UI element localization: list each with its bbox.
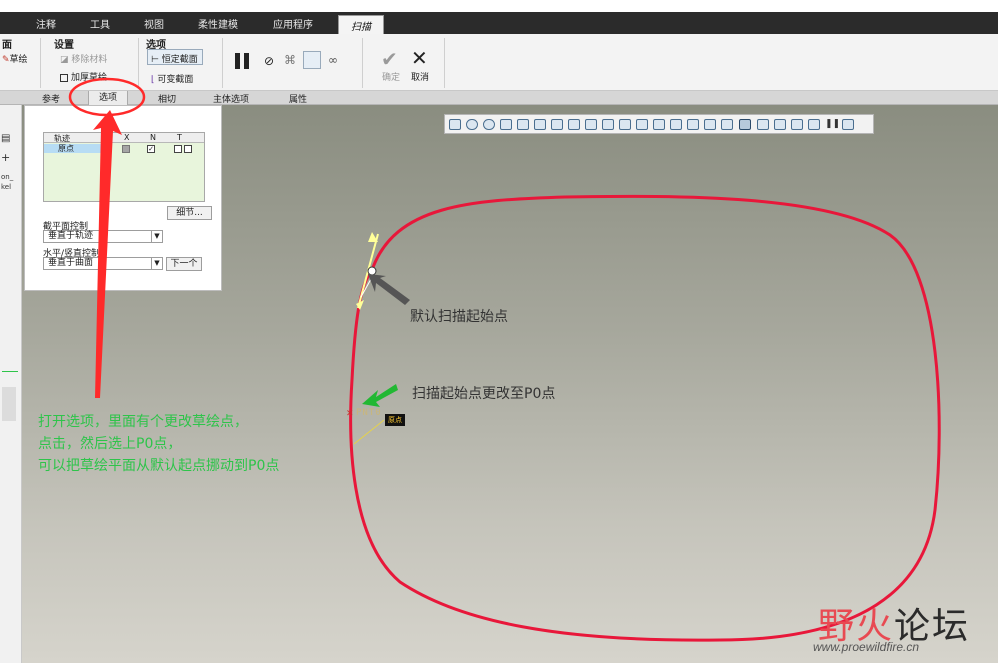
default-start-annotation: 默认扫描起始点 xyxy=(410,309,508,325)
p0-sketch-line xyxy=(353,419,385,445)
instruction-line-1: 打开选项，里面有个更改草绘点， xyxy=(38,414,248,430)
sweep-trajectory-curve[interactable] xyxy=(349,194,941,642)
changed-start-annotation: 扫描起始点更改至P0点 xyxy=(412,386,556,402)
forum-watermark-url: www.proewildfire.cn xyxy=(813,640,920,654)
highlight-circle xyxy=(68,77,146,117)
instruction-line-3: 可以把草绘平面从默认起点挪动到P0点 xyxy=(38,458,280,474)
instruction-line-2: 点击，然后选上P0点， xyxy=(38,436,182,452)
default-start-point[interactable] xyxy=(367,266,377,276)
green-pointer-arrow xyxy=(362,384,398,407)
drawing-overlay: ✕ xyxy=(68,77,941,642)
pnt0-label[interactable]: PNT0 xyxy=(356,408,382,418)
red-pointer-arrow xyxy=(93,110,122,398)
gray-pointer-arrow xyxy=(368,274,410,305)
point-x-mark-icon: ✕ xyxy=(346,409,354,419)
origin-point-tag: 原点 xyxy=(385,414,405,426)
